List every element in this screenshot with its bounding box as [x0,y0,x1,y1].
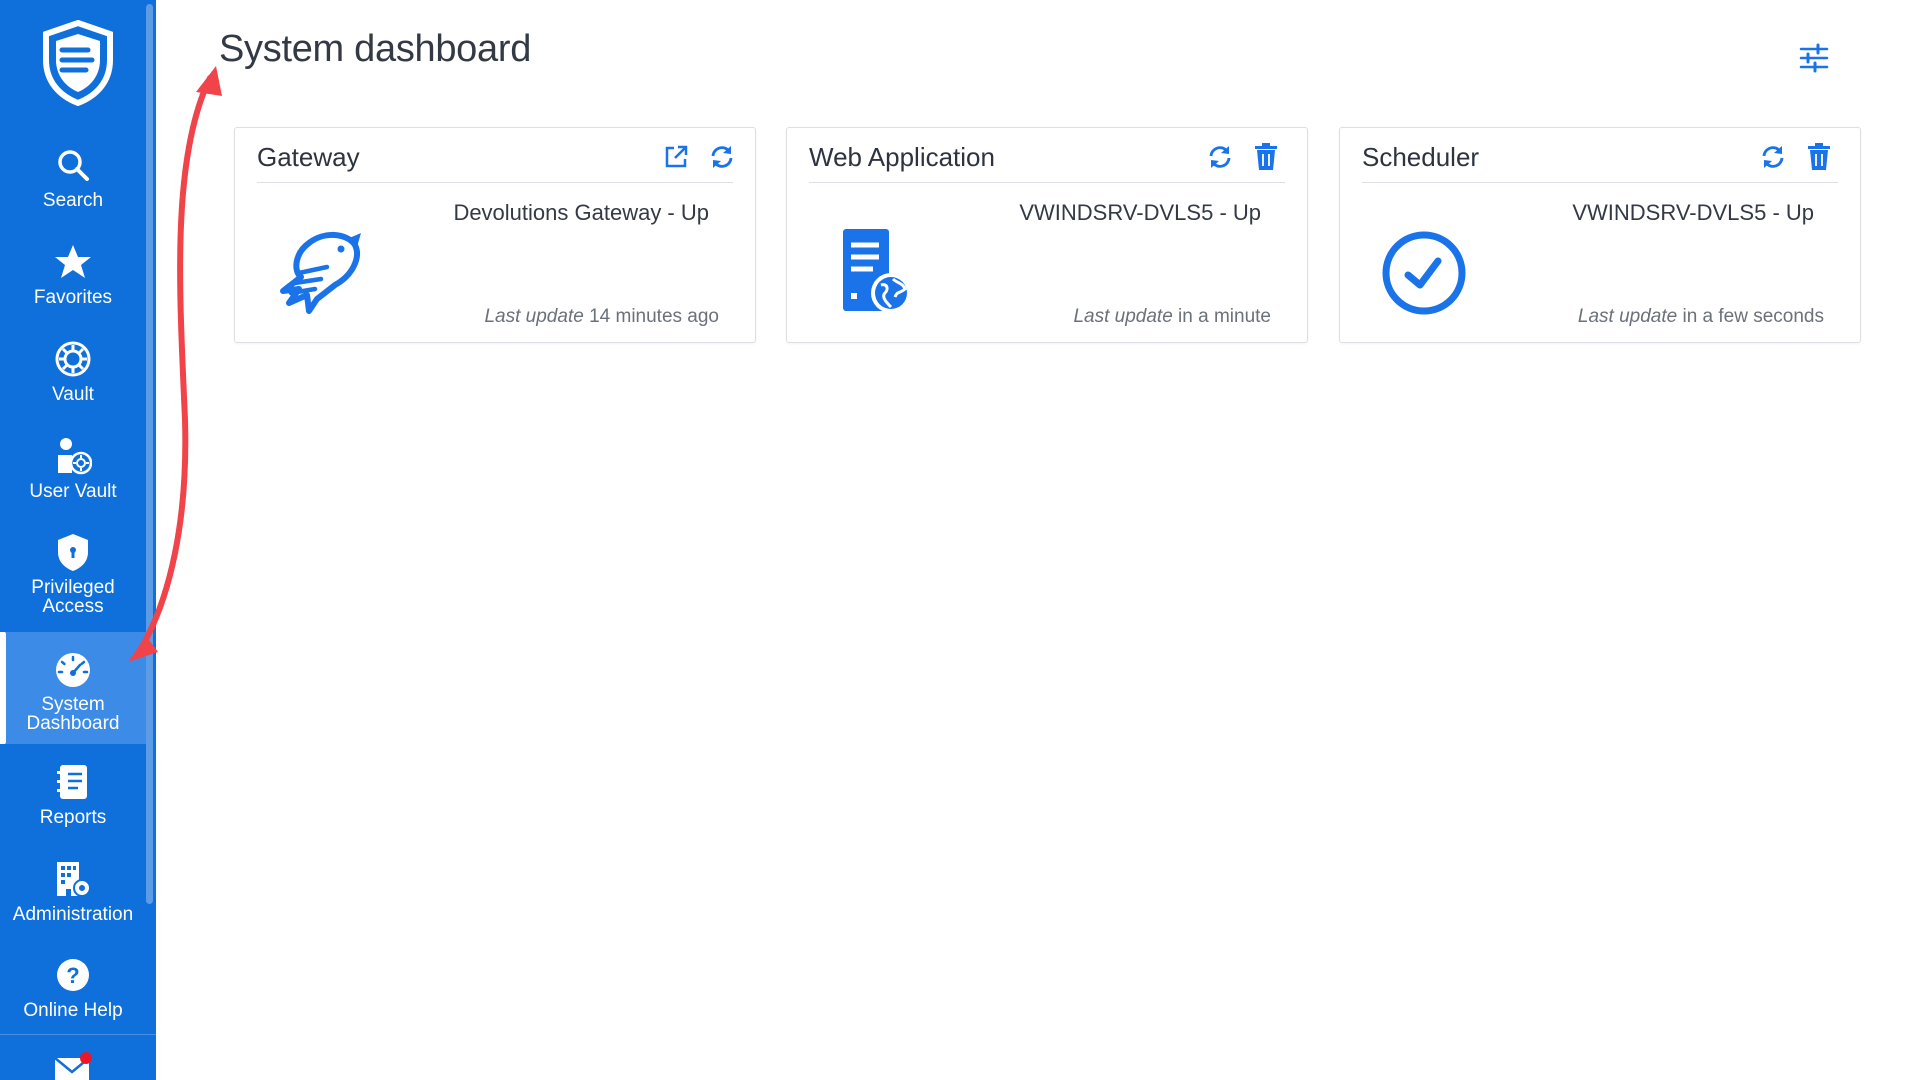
report-icon [53,762,93,802]
sidebar-item-reports[interactable]: Reports [0,762,146,827]
card-title: Gateway [257,142,360,172]
last-update-value: in a few seconds [1682,306,1824,327]
search-icon [53,145,93,185]
last-update-label: Last update [484,306,584,327]
card-header: Web Application [809,128,1285,183]
sidebar-item-label: Vault [52,384,94,405]
sidebar-item-system-dashboard[interactable]: System Dashboard [0,632,146,744]
sidebar-item-administration[interactable]: Administration [0,859,146,924]
card-header: Gateway [257,128,733,183]
refresh-icon[interactable] [707,142,737,172]
card-header: Scheduler [1362,128,1838,183]
sidebar-item-label: Favorites [33,287,113,308]
last-update-value: in a minute [1178,306,1271,327]
service-status: VWINDSRV-DVLS5 - Up [1572,200,1814,225]
star-icon [53,242,93,282]
sidebar-item-search[interactable]: Search [0,145,146,210]
trash-icon[interactable] [1251,142,1281,172]
sidebar-item-notifications[interactable] [0,1048,146,1080]
page-title: System dashboard [219,28,532,70]
building-gear-icon [53,859,93,899]
sidebar-item-label: Search [42,190,104,211]
user-vault-icon [53,436,93,476]
mail-icon [53,1048,93,1080]
sidebar-item-favorites[interactable]: Favorites [0,242,146,307]
scheduler-card: Scheduler VWINDSRV-DVLS5 - Up Last updat… [1339,127,1861,343]
shield-lock-icon [53,532,93,572]
last-update-label: Last update [1073,306,1173,327]
sidebar-item-privileged-access[interactable]: Privileged Access [0,532,146,616]
sidebar: Search Favorites Vault User Vault Privil… [0,0,156,1080]
open-external-icon[interactable] [661,142,691,172]
gateway-card: Gateway Devolutions Gateway - Up Last up… [234,127,756,343]
clock-check-icon [1382,231,1466,315]
gateway-bird-icon [280,232,361,314]
sidebar-item-label: User Vault [29,481,117,502]
sidebar-item-label: Privileged Access [31,577,115,617]
last-update-label: Last update [1577,306,1678,327]
web-server-icon [843,229,911,313]
service-status: VWINDSRV-DVLS5 - Up [1019,200,1261,225]
sidebar-item-label: Online Help [23,1000,123,1021]
last-update-value: 14 minutes ago [589,306,719,327]
last-update: Last update in a few seconds [1578,306,1824,328]
sidebar-divider [0,1034,156,1035]
service-status: Devolutions Gateway - Up [453,200,709,225]
devolutions-shield-logo[interactable] [40,20,116,106]
sidebar-scrollbar[interactable] [146,4,153,904]
help-icon: ? [53,955,93,995]
sidebar-item-label: Reports [39,807,107,828]
vault-icon [53,339,93,379]
refresh-icon[interactable] [1758,142,1788,172]
sidebar-item-label: Administration [12,904,134,925]
sidebar-item-user-vault[interactable]: User Vault [0,436,146,501]
card-title: Scheduler [1362,142,1480,172]
refresh-icon[interactable] [1205,142,1235,172]
card-title: Web Application [809,142,995,172]
web-application-card: Web Application VWINDSRV-DVLS5 - Up Last… [786,127,1308,343]
last-update: Last update 14 minutes ago [484,306,719,328]
gauge-icon [53,649,93,689]
last-update: Last update in a minute [1073,306,1271,328]
sidebar-item-vault[interactable]: Vault [0,339,146,404]
app-window: Search Favorites Vault User Vault Privil… [0,0,1920,1080]
trash-icon[interactable] [1804,142,1834,172]
svg-text:?: ? [66,963,79,988]
sidebar-item-online-help[interactable]: ? Online Help [0,955,146,1020]
dashboard-settings-icon[interactable] [1798,42,1830,74]
sidebar-item-label: System Dashboard [26,694,120,734]
